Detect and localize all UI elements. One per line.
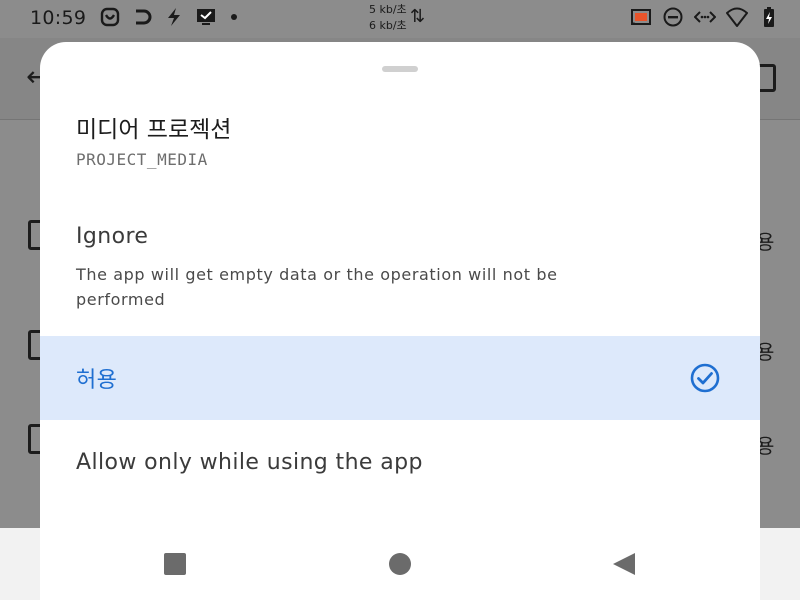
permission-bottom-sheet: 미디어 프로젝션 PROJECT_MEDIA Ignore The app wi… [40, 42, 760, 600]
network-speed-up: 5 kb/초 [369, 3, 407, 16]
back-icon[interactable] [612, 552, 636, 576]
wifi-icon [726, 7, 748, 27]
notification-app-icon [100, 7, 120, 27]
drag-handle[interactable] [382, 66, 418, 72]
navigation-bar [0, 528, 800, 600]
home-icon[interactable] [388, 552, 412, 576]
dot-icon [231, 14, 237, 20]
option-allow-while-using[interactable]: Allow only while using the app [40, 420, 760, 504]
option-ignore-label: Ignore [76, 224, 149, 249]
status-left-icons [100, 7, 248, 27]
check-circle-icon [690, 363, 720, 393]
bolt-icon [168, 8, 180, 26]
screen-cast-icon [197, 9, 215, 25]
permission-identifier: PROJECT_MEDIA [76, 150, 208, 169]
data-saver-icon [694, 11, 716, 23]
status-time: 10:59 [30, 7, 87, 29]
permission-title: 미디어 프로젝션 [76, 117, 232, 143]
option-allow[interactable]: 허용 [40, 336, 760, 420]
battery-charging-icon [764, 7, 774, 27]
option-allow-label: 허용 [76, 368, 118, 393]
undo-app-icon [136, 9, 152, 25]
option-ignore[interactable]: Ignore The app will get empty data or th… [40, 212, 760, 336]
network-speed-down: 6 kb/초 [369, 19, 407, 32]
cast-connected-icon [631, 9, 651, 25]
option-allow-while-using-label: Allow only while using the app [76, 450, 423, 475]
status-bar: 10:59 5 kb/초 6 kb/초 ⇅ [0, 0, 800, 36]
do-not-disturb-icon [663, 7, 683, 27]
option-ignore-description: The app will get empty data or the opera… [76, 265, 558, 309]
network-activity-icon: ⇅ [410, 6, 426, 27]
recents-icon[interactable] [163, 552, 187, 576]
status-right-icons [630, 6, 780, 28]
network-speed: 5 kb/초 6 kb/초 [369, 2, 407, 34]
